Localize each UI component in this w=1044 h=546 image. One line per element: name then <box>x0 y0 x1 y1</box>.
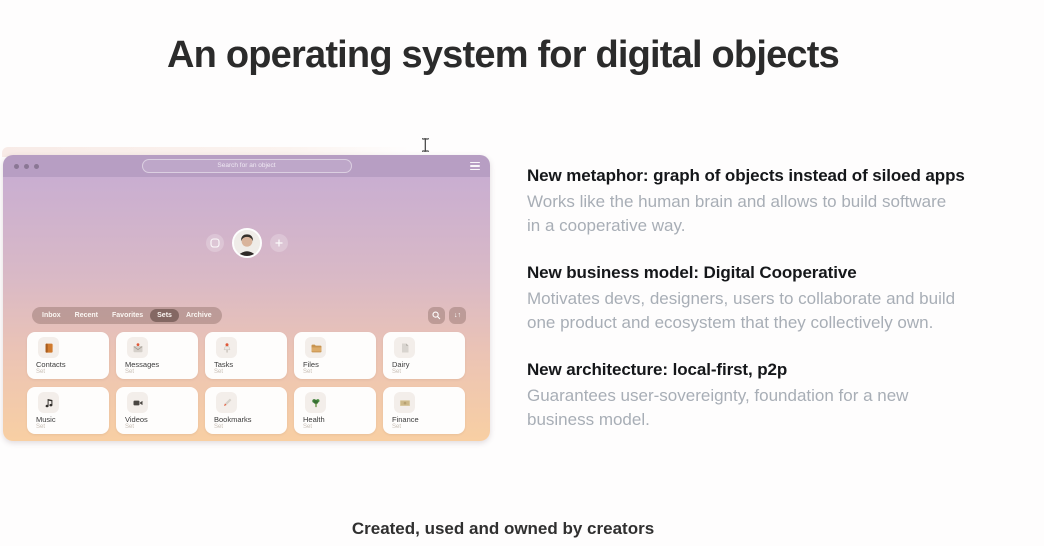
window-body: Inbox Recent Favorites Sets Archive ↓↑ C… <box>3 177 490 441</box>
card-sublabel: Set <box>214 369 224 375</box>
window-minimize-button[interactable] <box>24 163 29 169</box>
card-label: Dairy <box>392 360 410 369</box>
card-sublabel: Set <box>392 369 402 375</box>
card-sublabel: Set <box>125 369 135 375</box>
card-videos[interactable]: Videos Set <box>116 387 198 434</box>
card-music[interactable]: Music Set <box>27 387 109 434</box>
dairy-icon <box>394 337 415 358</box>
section-architecture: New architecture: local-first, p2p Guara… <box>527 360 1027 432</box>
tab-recent[interactable]: Recent <box>68 309 105 322</box>
section-heading: New metaphor: graph of objects instead o… <box>527 166 965 185</box>
search-icon <box>432 310 441 319</box>
right-panel: New metaphor: graph of objects instead o… <box>527 166 1027 457</box>
section-body: Guarantees user-sovereignty, foundation … <box>527 386 909 429</box>
section-metaphor: New metaphor: graph of objects instead o… <box>527 166 1027 238</box>
tabs-row: Inbox Recent Favorites Sets Archive ↓↑ <box>3 306 490 324</box>
window-controls <box>14 163 39 169</box>
app-window: Search for an object Inbox Recent Favori… <box>3 155 490 441</box>
section-heading: New business model: Digital Cooperative <box>527 263 857 282</box>
plus-icon <box>275 239 282 247</box>
card-tasks[interactable]: Tasks Set <box>205 332 287 379</box>
footer-caption: Created, used and owned by creators <box>351 519 655 538</box>
ibeam-cursor <box>421 137 432 158</box>
search-input[interactable]: Search for an object <box>141 159 352 173</box>
health-icon <box>305 392 326 413</box>
card-label: Files <box>303 360 319 369</box>
avatar[interactable] <box>231 228 262 258</box>
shape-button[interactable] <box>205 234 224 252</box>
card-sublabel: Set <box>303 424 313 430</box>
card-label: Contacts <box>36 360 66 369</box>
card-health[interactable]: Health Set <box>294 387 376 434</box>
sort-icon: ↓↑ <box>454 311 461 319</box>
rounded-square-icon <box>209 238 220 248</box>
card-messages[interactable]: Messages Set <box>116 332 198 379</box>
card-label: Messages <box>125 360 160 369</box>
music-icon <box>38 392 59 413</box>
card-sublabel: Set <box>303 369 313 375</box>
tab-inbox[interactable]: Inbox <box>35 309 68 322</box>
window-titlebar: Search for an object <box>3 155 490 177</box>
tab-bar: Inbox Recent Favorites Sets Archive <box>32 306 222 324</box>
add-button[interactable] <box>269 234 288 252</box>
files-icon <box>305 337 326 358</box>
avatar-row <box>3 227 490 259</box>
cards-grid: Contacts Set Messages Set Tasks Set File… <box>27 332 467 434</box>
card-finance[interactable]: Finance Set <box>383 387 465 434</box>
card-label: Music <box>36 415 56 424</box>
bookmarks-icon <box>216 392 237 413</box>
card-sublabel: Set <box>392 424 402 430</box>
contacts-icon <box>38 337 59 358</box>
card-label: Finance <box>392 415 419 424</box>
window-close-button[interactable] <box>14 163 19 169</box>
messages-icon <box>127 337 148 358</box>
card-contacts[interactable]: Contacts Set <box>27 332 109 379</box>
section-body: Motivates devs, designers, users to coll… <box>527 289 956 332</box>
tab-favorites[interactable]: Favorites <box>105 309 150 322</box>
search-button[interactable] <box>428 306 445 324</box>
tab-sets[interactable]: Sets <box>150 308 179 322</box>
card-sublabel: Set <box>36 424 46 430</box>
section-body: Works like the human brain and allows to… <box>527 192 947 235</box>
section-heading: New architecture: local-first, p2p <box>527 360 788 379</box>
finance-icon <box>394 392 415 413</box>
card-label: Bookmarks <box>214 415 252 424</box>
window-zoom-button[interactable] <box>34 163 39 169</box>
tasks-icon <box>216 337 237 358</box>
card-sublabel: Set <box>36 369 46 375</box>
card-files[interactable]: Files Set <box>294 332 376 379</box>
card-bookmarks[interactable]: Bookmarks Set <box>205 387 287 434</box>
card-label: Tasks <box>214 360 234 369</box>
menu-icon[interactable] <box>470 162 480 170</box>
avatar-photo <box>233 230 260 256</box>
videos-icon <box>127 392 148 413</box>
card-sublabel: Set <box>125 424 135 430</box>
card-label: Videos <box>125 415 148 424</box>
sort-button[interactable]: ↓↑ <box>449 306 466 324</box>
card-dairy[interactable]: Dairy Set <box>383 332 465 379</box>
page-title: An operating system for digital objects <box>167 34 840 76</box>
tab-archive[interactable]: Archive <box>179 309 219 322</box>
card-sublabel: Set <box>214 424 224 430</box>
section-business-model: New business model: Digital Cooperative … <box>527 263 1027 335</box>
card-label: Health <box>303 415 325 424</box>
